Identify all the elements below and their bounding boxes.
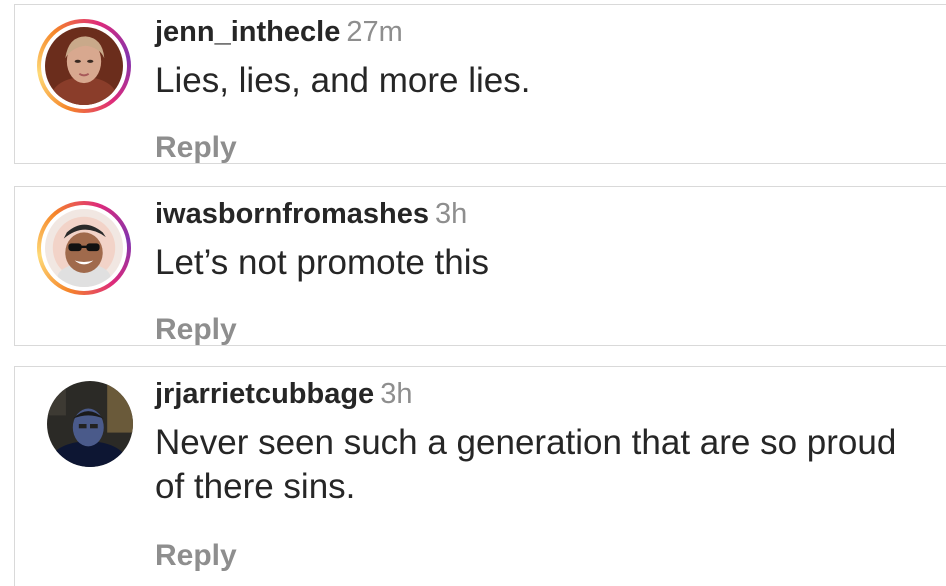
comment-item: jrjarrietcubbage 3h Never seen such a gen… xyxy=(14,366,946,586)
profile-photo-icon xyxy=(45,27,123,105)
profile-photo-icon xyxy=(45,209,123,287)
comment-timestamp[interactable]: 27m xyxy=(346,16,402,48)
profile-photo-icon xyxy=(47,381,133,467)
username-link[interactable]: jrjarrietcubbage xyxy=(155,378,374,410)
reply-button[interactable]: Reply xyxy=(155,313,237,347)
comment-timestamp[interactable]: 3h xyxy=(435,198,467,230)
avatar[interactable] xyxy=(37,201,131,295)
comment-meta: iwasbornfromashes 3h xyxy=(155,197,467,231)
comment-text: Never seen such a generation that are so… xyxy=(155,423,897,506)
reply-button[interactable]: Reply xyxy=(155,131,237,165)
comment-item: jenn_inthecle 27m Lies, lies, and more li… xyxy=(14,4,946,164)
comment-meta: jrjarrietcubbage 3h xyxy=(155,377,412,411)
username-link[interactable]: iwasbornfromashes xyxy=(155,198,429,230)
username-link[interactable]: jenn_inthecle xyxy=(155,16,340,48)
avatar[interactable] xyxy=(47,381,133,467)
reply-button[interactable]: Reply xyxy=(155,539,237,573)
avatar[interactable] xyxy=(37,19,131,113)
comment-item: iwasbornfromashes 3h Let’s not promote th… xyxy=(14,186,946,346)
comment-text: Let’s not promote this xyxy=(155,243,489,282)
comment-text: Lies, lies, and more lies. xyxy=(155,61,531,100)
comment-timestamp[interactable]: 3h xyxy=(380,378,412,410)
comment-meta: jenn_inthecle 27m xyxy=(155,15,403,49)
